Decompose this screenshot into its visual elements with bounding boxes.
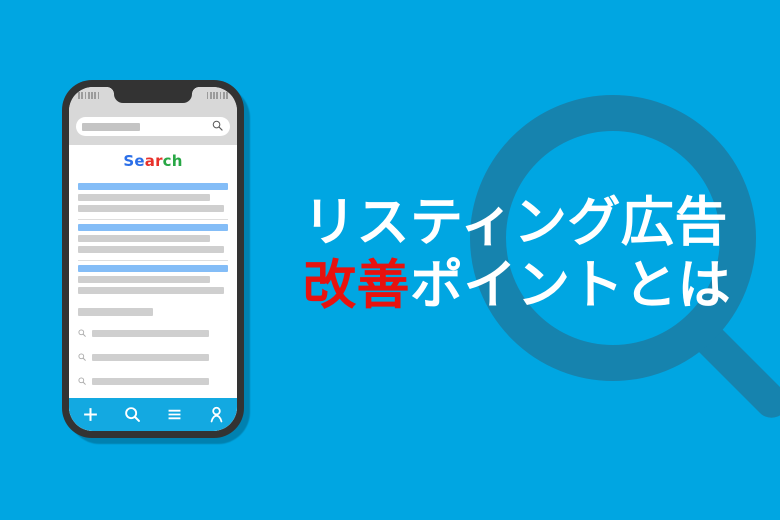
banner-canvas: リスティング広告 改善ポイントとは Search bbox=[0, 0, 780, 520]
result-text-line bbox=[78, 276, 210, 283]
related-search-row[interactable] bbox=[78, 372, 228, 390]
brand-letter-s: S bbox=[123, 152, 135, 170]
search-result-item[interactable] bbox=[78, 220, 228, 261]
menu-icon[interactable] bbox=[161, 402, 187, 428]
result-title-bar bbox=[78, 224, 228, 231]
related-search-row[interactable] bbox=[78, 324, 228, 342]
brand-letter-a: a bbox=[144, 152, 156, 170]
search-result-item[interactable] bbox=[78, 261, 228, 301]
headline-line-2: 改善ポイントとは bbox=[303, 255, 743, 318]
status-bar bbox=[69, 87, 237, 114]
headline-line-2-rest: ポイントとは bbox=[410, 254, 731, 316]
related-search-bar bbox=[92, 329, 209, 337]
brand-letter-r: r bbox=[155, 152, 163, 170]
search-icon bbox=[78, 324, 86, 342]
related-search-bar bbox=[92, 377, 209, 385]
search-icon bbox=[78, 372, 86, 390]
headline-accent: 改善 bbox=[303, 254, 410, 316]
result-title-bar bbox=[78, 265, 228, 272]
result-title-bar bbox=[78, 183, 228, 190]
search-icon bbox=[78, 348, 86, 366]
related-search-bar bbox=[92, 353, 209, 361]
brand-logo: Search bbox=[78, 145, 228, 179]
phone-mockup: Search bbox=[62, 80, 244, 438]
search-input-value bbox=[82, 122, 140, 131]
brand-letter-h: h bbox=[171, 152, 183, 170]
search-results: Search bbox=[69, 145, 237, 301]
headline: リスティング広告 改善ポイントとは bbox=[303, 192, 743, 317]
status-bar-right-ticks bbox=[206, 92, 228, 99]
notch bbox=[114, 87, 192, 103]
search-icon[interactable] bbox=[119, 402, 145, 428]
brand-letter-c: c bbox=[162, 152, 172, 170]
phone-screen: Search bbox=[69, 87, 237, 431]
status-bar-left-ticks bbox=[78, 92, 100, 99]
plus-icon[interactable] bbox=[77, 402, 103, 428]
result-text-line bbox=[78, 235, 210, 242]
related-search-row[interactable] bbox=[78, 348, 228, 366]
result-text-line bbox=[78, 194, 210, 201]
search-input[interactable] bbox=[76, 117, 230, 136]
browser-chrome bbox=[69, 114, 237, 145]
headline-line-1: リスティング広告 bbox=[303, 192, 728, 253]
search-icon[interactable] bbox=[212, 118, 223, 136]
brand-letter-e: e bbox=[134, 152, 145, 170]
result-text-line bbox=[78, 287, 224, 294]
bottom-navigation bbox=[69, 398, 237, 431]
result-text-line bbox=[78, 205, 224, 212]
person-icon[interactable] bbox=[203, 402, 229, 428]
search-result-item[interactable] bbox=[78, 179, 228, 220]
result-text-line bbox=[78, 246, 224, 253]
related-searches-heading bbox=[78, 308, 153, 316]
